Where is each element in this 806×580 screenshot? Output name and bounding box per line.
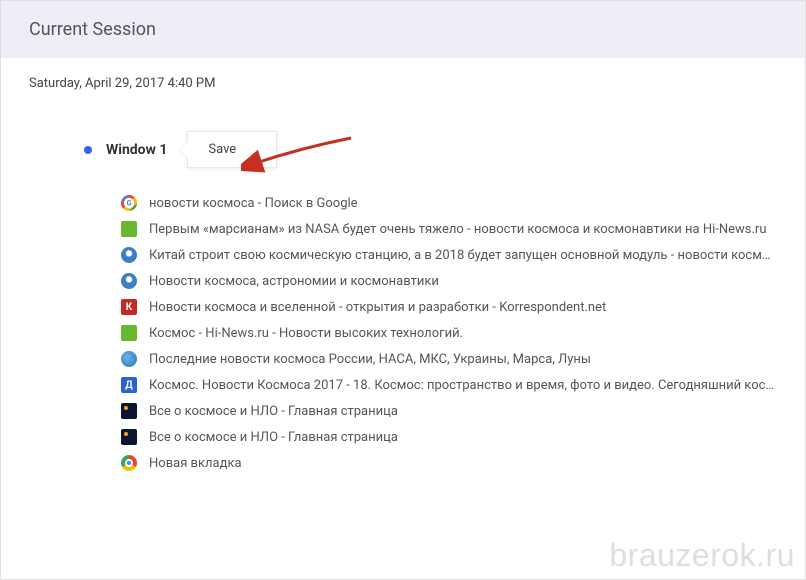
tab-title: Первым «марсианам» из NASA будет очень т…	[149, 222, 767, 237]
watermark: brauzerok.ru	[609, 537, 795, 574]
arg-favicon-icon: Д	[121, 377, 137, 393]
tab-title: Новости космоса и вселенной - открытия и…	[149, 300, 606, 315]
header-title: Current Session	[29, 19, 156, 40]
session-header: Current Session	[1, 1, 805, 58]
tab-title: Последние новости космоса России, НАСА, …	[149, 352, 591, 367]
tab-title: Новая вкладка	[149, 456, 242, 471]
globe-favicon-icon	[121, 351, 137, 367]
space-favicon-icon	[121, 429, 137, 445]
tab-item[interactable]: Д Космос. Новости Космоса 2017 - 18. Косм…	[121, 372, 777, 398]
save-button[interactable]: Save	[187, 131, 277, 168]
tab-item[interactable]: Новости космоса, астрономии и космонавти…	[121, 268, 777, 294]
sputnik-favicon-icon	[121, 273, 137, 289]
tab-item[interactable]: Последние новости космоса России, НАСА, …	[121, 346, 777, 372]
tab-item[interactable]: К Новости космоса и вселенной - открытия …	[121, 294, 777, 320]
tab-item[interactable]: Все о космосе и НЛО - Главная страница	[121, 398, 777, 424]
tab-title: Космос. Новости Космоса 2017 - 18. Космо…	[149, 378, 777, 393]
tabs-list: новости космоса - Поиск в Google Первым «…	[121, 190, 777, 476]
tab-item[interactable]: Новая вкладка	[121, 450, 777, 476]
space-favicon-icon	[121, 403, 137, 419]
session-timestamp: Saturday, April 29, 2017 4:40 PM	[29, 76, 777, 91]
korr-favicon-icon: К	[121, 299, 137, 315]
hinews-favicon-icon	[121, 325, 137, 341]
tab-title: Новости космоса, астрономии и космонавти…	[149, 274, 439, 289]
tab-item[interactable]: Все о космосе и НЛО - Главная страница	[121, 424, 777, 450]
tab-item[interactable]: Китай строит свою космическую станцию, а…	[121, 242, 777, 268]
tab-title: Все о космосе и НЛО - Главная страница	[149, 430, 398, 445]
window-bullet-icon	[84, 146, 92, 154]
hinews-favicon-icon	[121, 221, 137, 237]
content-area: Saturday, April 29, 2017 4:40 PM Window …	[1, 58, 805, 494]
tab-item[interactable]: новости космоса - Поиск в Google	[121, 190, 777, 216]
tab-title: Китай строит свою космическую станцию, а…	[149, 248, 777, 263]
tab-title: Все о космосе и НЛО - Главная страница	[149, 404, 398, 419]
window-row[interactable]: Window 1 Save	[84, 131, 777, 168]
tab-title: Космос - Hi-News.ru - Новости высоких те…	[149, 326, 463, 341]
tab-item[interactable]: Первым «марсианам» из NASA будет очень т…	[121, 216, 777, 242]
tab-title: новости космоса - Поиск в Google	[149, 196, 358, 211]
chrome-favicon-icon	[121, 455, 137, 471]
save-button-label: Save	[208, 142, 236, 157]
google-favicon-icon	[121, 195, 137, 211]
window-label: Window 1	[106, 142, 167, 158]
tab-item[interactable]: Космос - Hi-News.ru - Новости высоких те…	[121, 320, 777, 346]
sputnik-favicon-icon	[121, 247, 137, 263]
